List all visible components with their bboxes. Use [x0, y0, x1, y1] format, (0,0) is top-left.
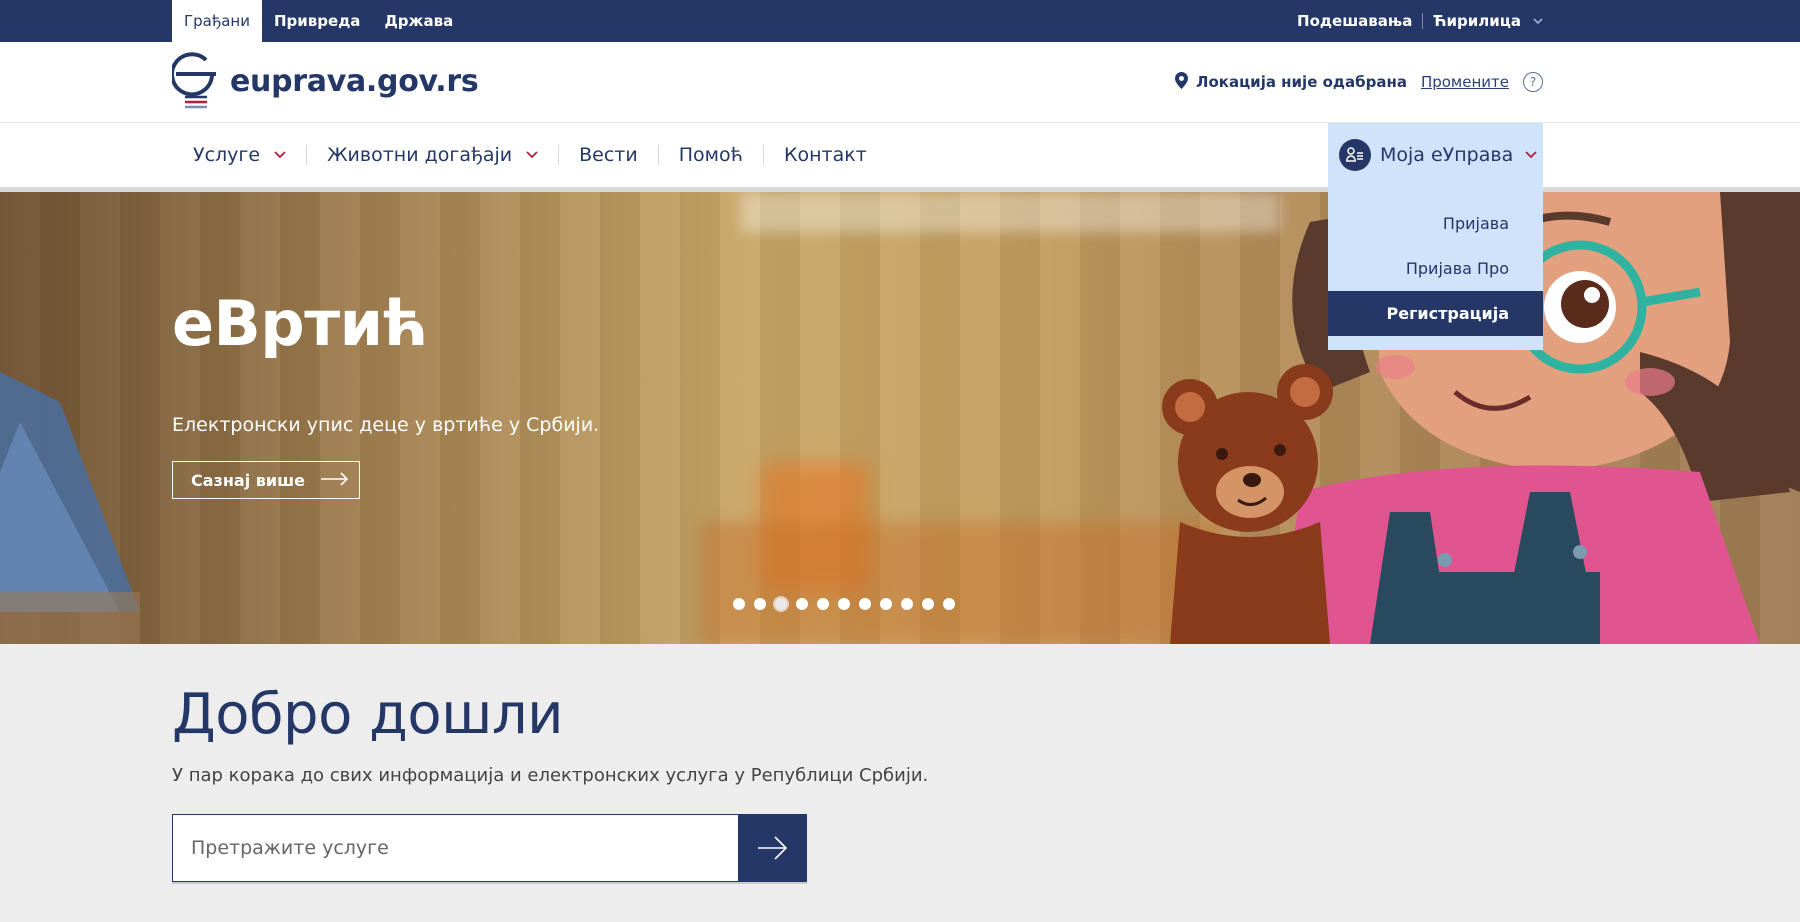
script-selector[interactable]: Ћирилица — [1433, 12, 1521, 30]
chevron-down-icon — [1525, 148, 1537, 162]
location-pin-icon — [1175, 71, 1188, 93]
carousel-dot[interactable] — [775, 598, 787, 610]
divider — [1422, 13, 1424, 29]
register-menu-item[interactable]: Регистрација — [1328, 291, 1543, 336]
service-search — [172, 814, 807, 882]
carousel-dot[interactable] — [796, 598, 808, 610]
carousel-dot[interactable] — [943, 598, 955, 610]
site-logo[interactable]: euprava.gov.rs — [170, 50, 479, 112]
arrow-right-icon — [320, 471, 349, 490]
nav-item-life-events[interactable]: Животни догађаји — [307, 144, 558, 166]
welcome-title: Добро дошли — [172, 682, 564, 747]
settings-link[interactable]: Подешавања — [1297, 12, 1412, 30]
carousel-dot[interactable] — [754, 598, 766, 610]
learn-more-button[interactable]: Сазнај више — [172, 461, 360, 499]
welcome-lead: У пар корака до свих информација и елект… — [172, 765, 929, 786]
login-pro-menu-item[interactable]: Пријава Про — [1328, 246, 1543, 291]
nav-item-label: Услуге — [193, 144, 261, 166]
tab-government[interactable]: Држава — [372, 0, 465, 42]
carousel-dot[interactable] — [838, 598, 850, 610]
my-euprava-label: Моја еУправа — [1380, 144, 1514, 166]
search-submit-button[interactable] — [738, 814, 807, 882]
account-dropdown-menu: Пријава Пријава Про Регистрација — [1328, 187, 1543, 350]
user-icon — [1339, 139, 1371, 171]
chevron-down-icon — [526, 148, 538, 162]
nav-item-services[interactable]: Услуге — [172, 144, 306, 166]
nav-item-help[interactable]: Помоћ — [659, 144, 763, 166]
change-location-link[interactable]: Промените — [1421, 73, 1509, 91]
tab-business[interactable]: Привреда — [262, 0, 372, 42]
location-status: Локација није одабрана — [1196, 73, 1407, 91]
carousel-dot[interactable] — [901, 598, 913, 610]
hero-title: еВртић — [172, 287, 428, 360]
carousel-dot[interactable] — [922, 598, 934, 610]
carousel-dots — [733, 598, 955, 610]
arrow-right-icon — [757, 836, 787, 860]
hero-subtitle: Електронски упис деце у вртиће у Србији. — [172, 414, 600, 436]
nav-item-contact[interactable]: Контакт — [764, 144, 887, 166]
search-input[interactable] — [172, 814, 738, 882]
top-bar-utilities: Подешавања Ћирилица — [1297, 0, 1543, 42]
carousel-dot[interactable] — [817, 598, 829, 610]
nav-item-label: Животни догађаји — [327, 144, 513, 166]
location-selector: Локација није одабрана Промените ? — [1175, 42, 1543, 122]
tab-citizens[interactable]: Грађани — [172, 0, 262, 42]
site-header: euprava.gov.rs Локација није одабрана Пр… — [0, 42, 1800, 123]
chevron-down-icon — [274, 148, 286, 162]
question-icon[interactable]: ? — [1523, 72, 1543, 92]
carousel-dot[interactable] — [880, 598, 892, 610]
chevron-down-icon[interactable] — [1533, 15, 1543, 28]
my-euprava-button[interactable]: Моја еУправа — [1328, 123, 1543, 187]
nav-item-news[interactable]: Вести — [559, 144, 658, 166]
top-bar: Грађани Привреда Држава Подешавања Ћирил… — [0, 0, 1800, 42]
login-menu-item[interactable]: Пријава — [1328, 201, 1543, 246]
carousel-dot[interactable] — [859, 598, 871, 610]
audience-tabs: Грађани Привреда Држава — [172, 0, 465, 42]
site-name: euprava.gov.rs — [230, 63, 479, 99]
learn-more-label: Сазнај више — [191, 470, 305, 490]
e-logo-icon — [170, 50, 220, 112]
carousel-dot[interactable] — [733, 598, 745, 610]
